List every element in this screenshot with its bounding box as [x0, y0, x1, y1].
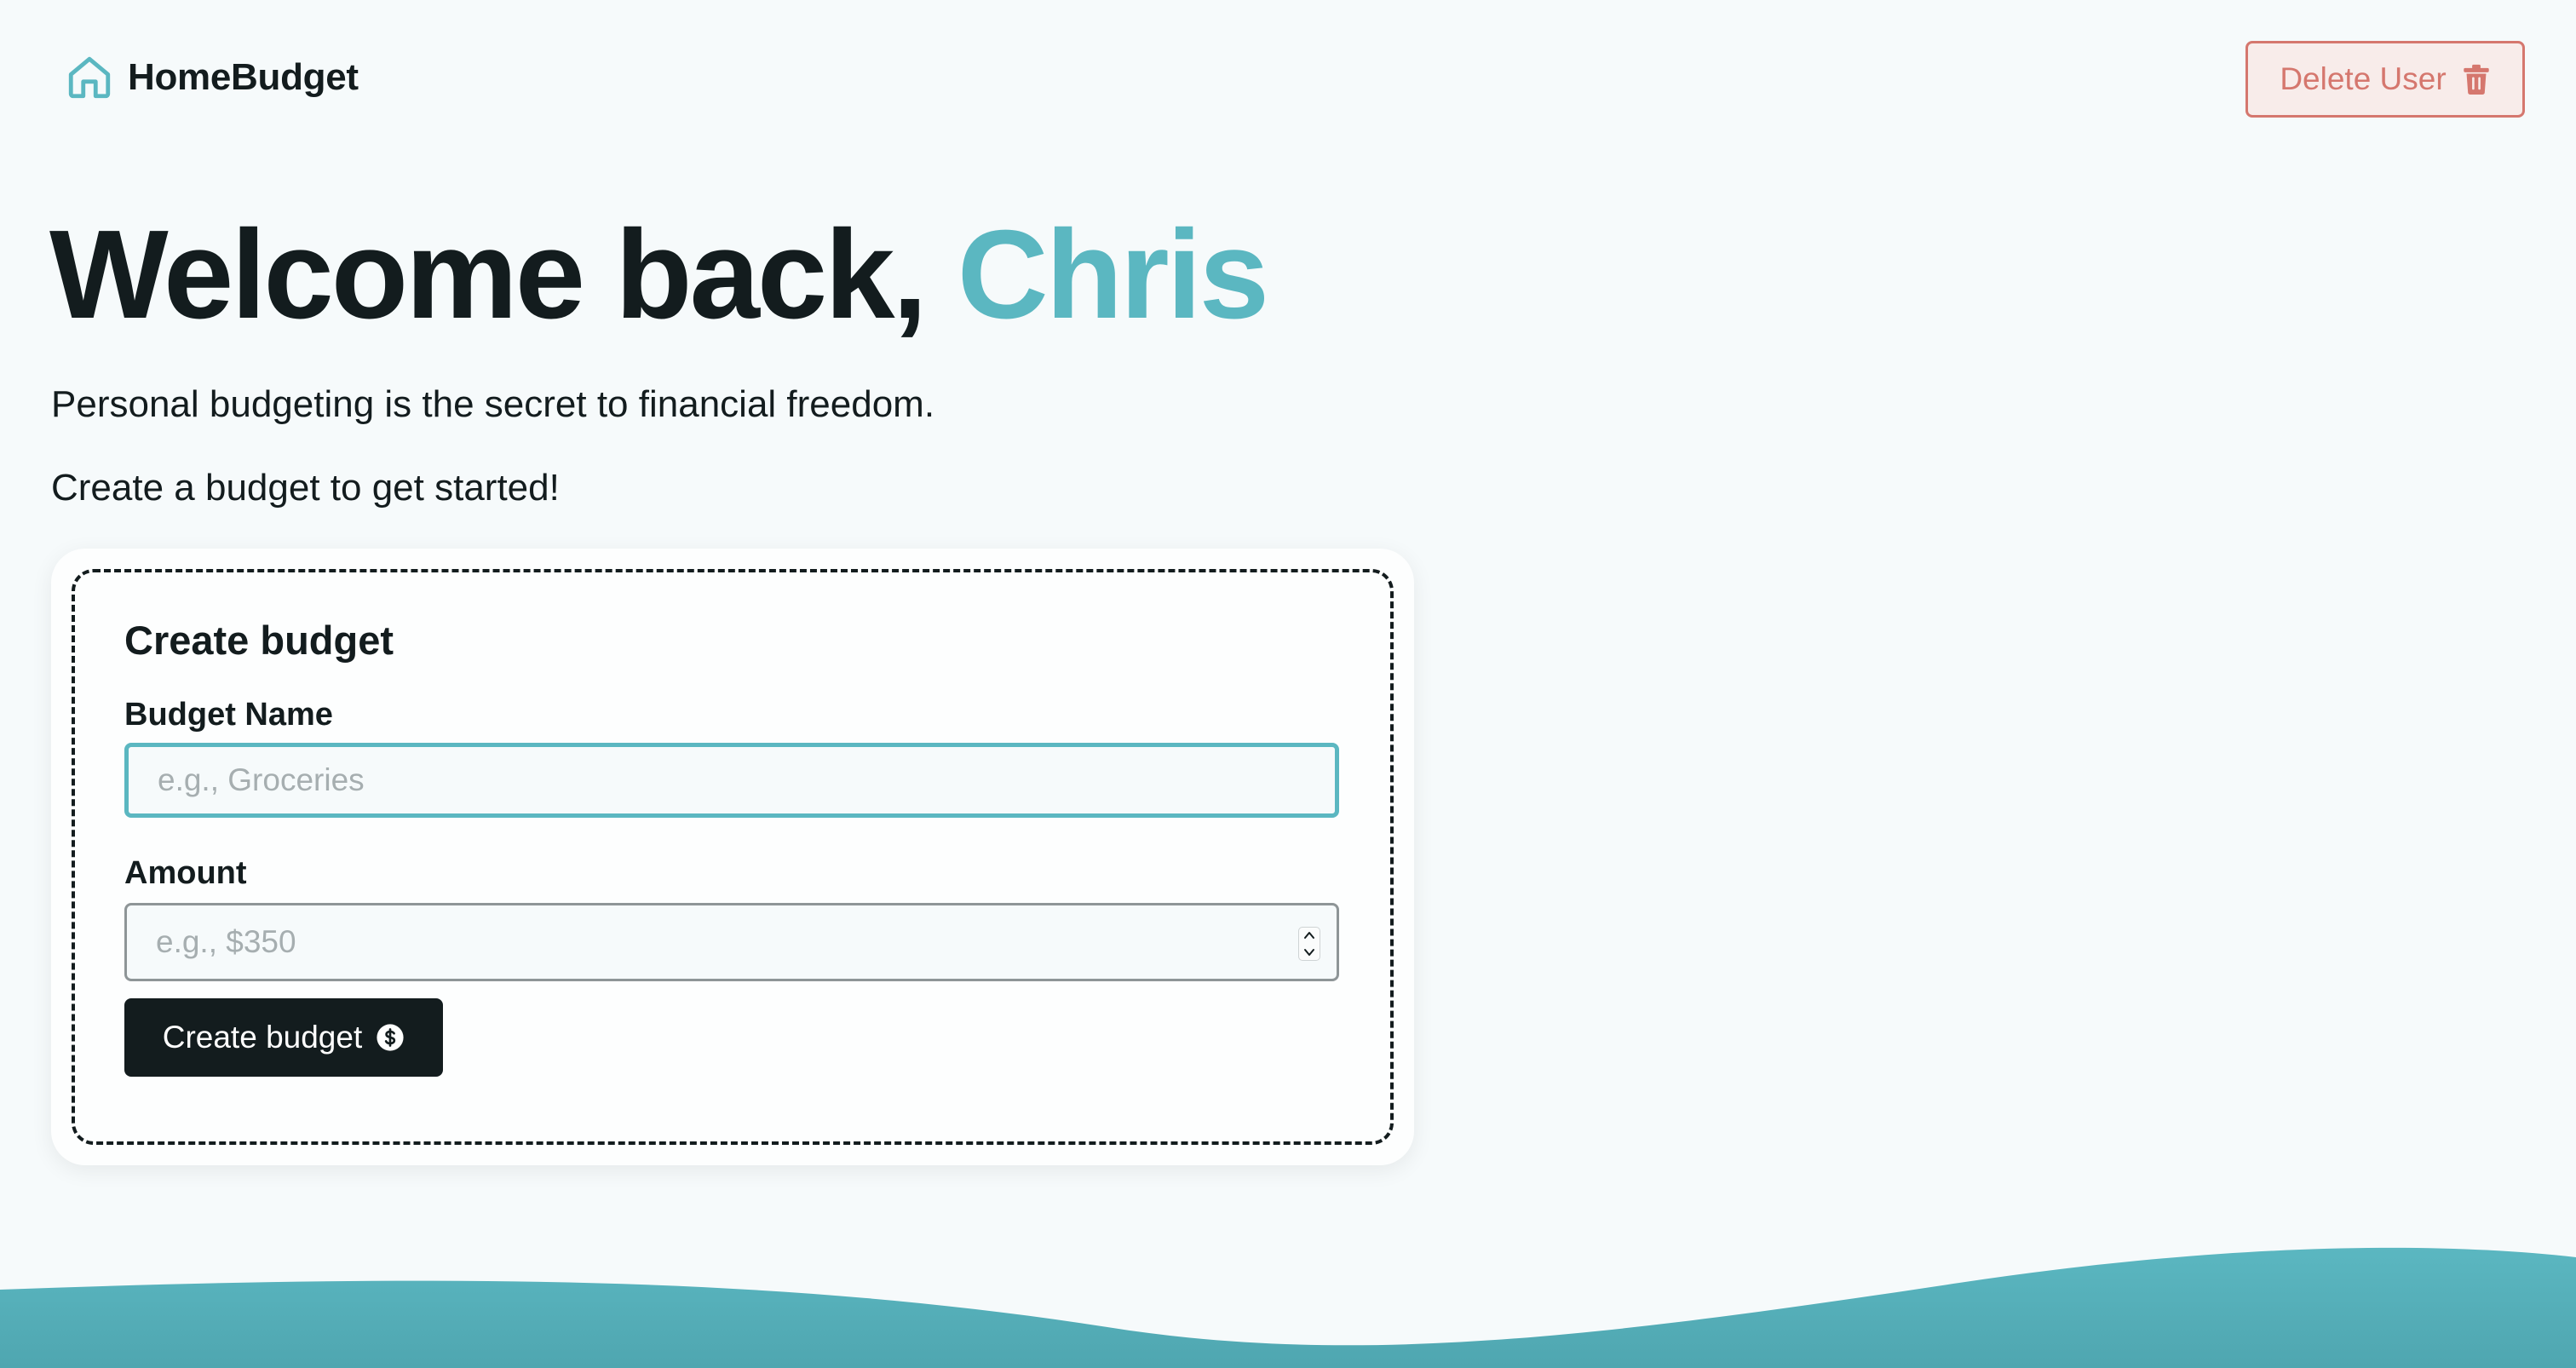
amount-stepper[interactable] — [1298, 927, 1320, 961]
amount-input[interactable] — [124, 903, 1339, 981]
wave-decoration — [0, 1247, 2576, 1368]
budget-name-label: Budget Name — [124, 697, 333, 733]
trash-icon — [2463, 64, 2489, 95]
create-budget-label: Create budget — [162, 1020, 363, 1055]
user-name: Chris — [957, 204, 1269, 345]
intro-prompt: Create a budget to get started! — [51, 467, 560, 509]
create-budget-form: Create budget Budget Name Amount Create … — [72, 569, 1394, 1145]
brand-name: HomeBudget — [128, 56, 359, 98]
form-title: Create budget — [124, 618, 394, 663]
intro-subtitle: Personal budgeting is the secret to fina… — [51, 383, 935, 425]
dollar-icon — [377, 1024, 404, 1051]
delete-user-label: Delete User — [2280, 61, 2447, 96]
create-budget-card: Create budget Budget Name Amount Create … — [51, 549, 1414, 1165]
chevron-up-icon[interactable] — [1303, 930, 1315, 940]
greeting-text: Welcome back, — [49, 204, 928, 345]
create-budget-button[interactable]: Create budget — [124, 998, 443, 1077]
delete-user-button[interactable]: Delete User — [2245, 41, 2525, 118]
home-icon — [68, 56, 111, 99]
amount-label: Amount — [124, 855, 247, 891]
chevron-down-icon[interactable] — [1303, 947, 1315, 957]
budget-name-input[interactable] — [124, 743, 1339, 818]
welcome-heading: Welcome back, Chris — [49, 203, 1269, 348]
brand-link[interactable]: HomeBudget — [65, 53, 359, 102]
